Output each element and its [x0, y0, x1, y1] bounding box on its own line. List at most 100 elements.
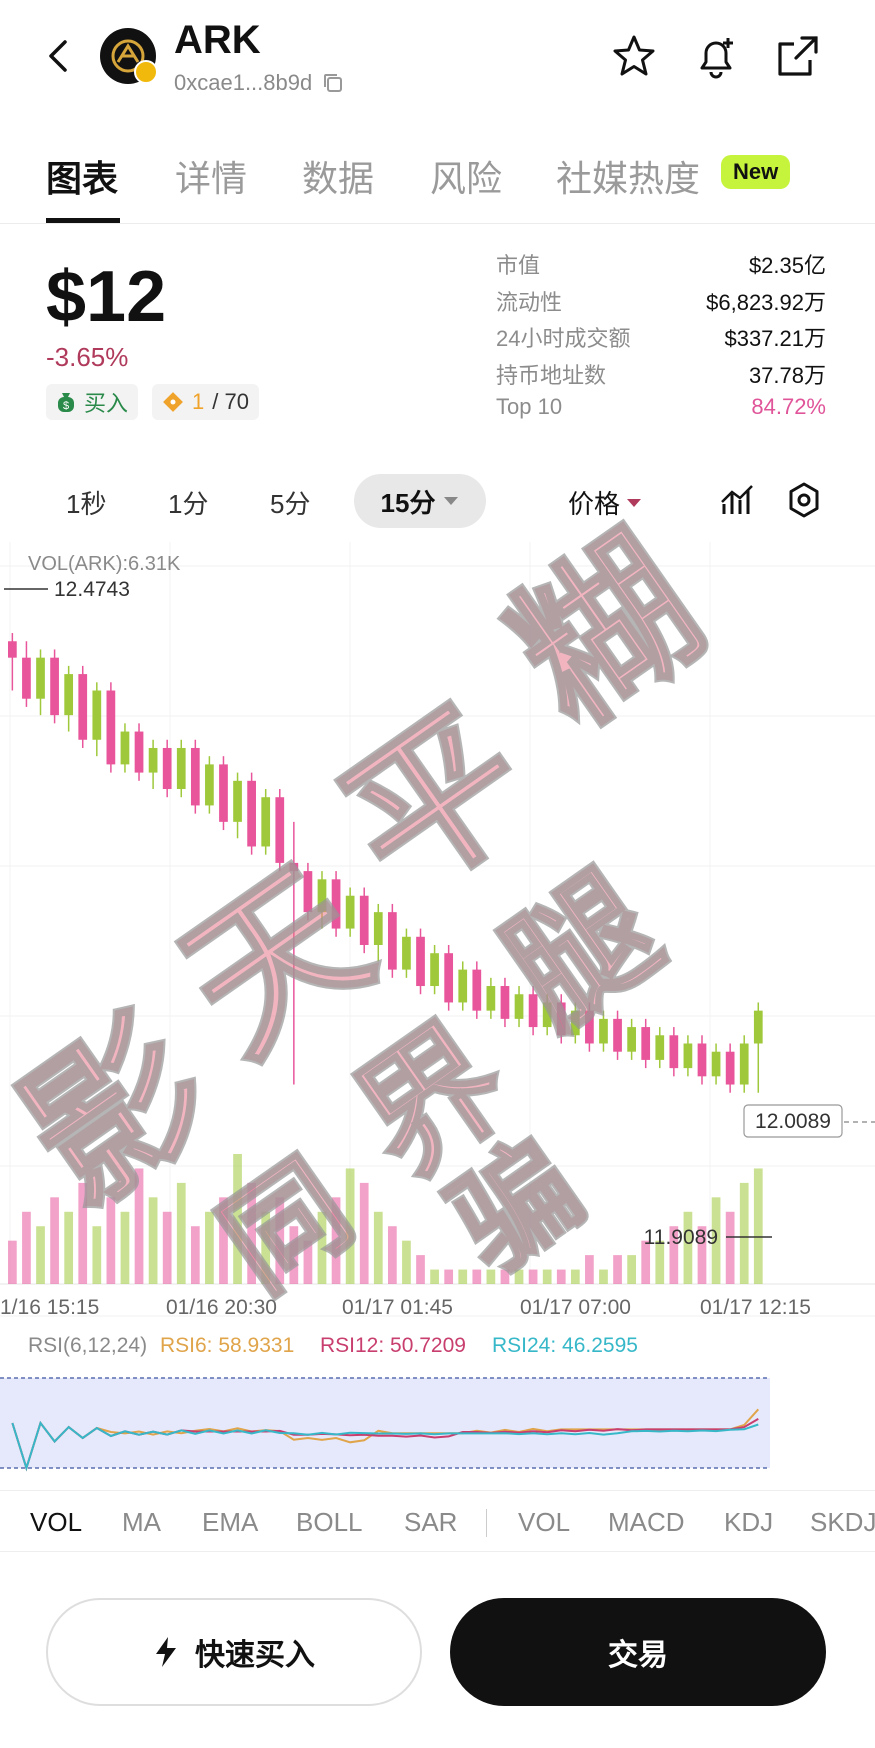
- candlestick-chart[interactable]: VOL(ARK):6.31K 12.4743 11.9089 12.0089 1/16 …: [0, 542, 875, 1322]
- candle-body: [120, 731, 130, 765]
- interval-selected-label: 15分: [380, 487, 436, 518]
- trade-label: 交易: [608, 1639, 668, 1672]
- volume-bar: [627, 1255, 636, 1284]
- candle-body: [275, 797, 285, 863]
- candle-body: [430, 953, 439, 987]
- stat-holders: 持币地址数 37.78万: [496, 362, 826, 388]
- candle-body: [134, 731, 144, 773]
- volume-bar: [725, 1211, 735, 1284]
- volume-bar: [472, 1269, 482, 1284]
- new-badge: New: [721, 155, 791, 189]
- copy-icon[interactable]: [322, 72, 344, 94]
- candle-body: [219, 764, 228, 822]
- indicator-sar[interactable]: SAR: [404, 1507, 457, 1538]
- price-mode-label: 价格: [568, 489, 621, 519]
- volume-bar: [739, 1182, 749, 1284]
- indicator-boll[interactable]: BOLL: [296, 1507, 363, 1538]
- candle-body: [247, 780, 256, 847]
- candle-body: [388, 912, 397, 970]
- volume-bar: [303, 1240, 313, 1284]
- stat-liquidity: 流动性 $6,823.92万: [496, 289, 826, 315]
- candle-body: [148, 747, 158, 773]
- rsi6-label: RSI6: 58.9331: [160, 1334, 294, 1357]
- interval-15m-selector[interactable]: 15分: [354, 474, 486, 528]
- buy-tag-label: 买入: [84, 391, 129, 416]
- price-change: -3.65%: [46, 342, 129, 372]
- rsi12-label: RSI12: 50.7209: [320, 1334, 466, 1357]
- stat-top10: Top 10 84.72%: [496, 394, 826, 419]
- main-tabs: 图表 详情 数据 风险 社媒热度 New: [0, 140, 875, 224]
- candle-body: [725, 1051, 735, 1085]
- volume-bar: [134, 1168, 144, 1284]
- candle-body: [22, 657, 31, 699]
- volume-bar: [514, 1269, 524, 1284]
- rank-current: 1: [192, 389, 205, 414]
- current-price: $12: [46, 257, 167, 337]
- tab-social[interactable]: 社媒热度: [556, 150, 700, 202]
- candle-body: [444, 953, 454, 1003]
- interval-5m[interactable]: 5分: [270, 484, 310, 521]
- buy-tag[interactable]: $ 买入: [46, 384, 139, 420]
- token-name: ARK: [174, 18, 261, 62]
- back-button[interactable]: [30, 28, 86, 84]
- indicator-macd[interactable]: MACD: [608, 1507, 685, 1538]
- indicator-vol-sub[interactable]: VOL: [518, 1507, 570, 1538]
- volume-bar: [345, 1168, 355, 1284]
- volume-bar: [176, 1182, 186, 1284]
- indicator-vol-main[interactable]: VOL: [30, 1507, 82, 1538]
- quick-buy-button[interactable]: 快速买入: [46, 1598, 422, 1706]
- indicator-kdj[interactable]: KDJ: [724, 1507, 773, 1538]
- candle-body: [190, 747, 200, 806]
- candle-body: [261, 797, 271, 847]
- candle-body: [36, 657, 45, 699]
- volume-bar: [373, 1211, 383, 1284]
- rsi-title: RSI(6,12,24): [28, 1334, 147, 1357]
- candle-body: [289, 862, 299, 872]
- settings-icon[interactable]: [784, 480, 824, 520]
- current-price-label: 12.0089: [755, 1110, 831, 1133]
- indicator-skdj[interactable]: SKDJ: [810, 1507, 875, 1538]
- candle-body: [162, 747, 172, 790]
- address-text: 0xcae1...8b9d: [174, 70, 313, 95]
- share-button[interactable]: [770, 28, 826, 84]
- candle-body: [655, 1035, 665, 1060]
- volume-bar: [331, 1197, 341, 1284]
- interval-1m[interactable]: 1分: [168, 484, 208, 521]
- candle-body: [627, 1027, 636, 1052]
- volume-bar: [8, 1240, 17, 1284]
- indicator-ma[interactable]: MA: [122, 1507, 161, 1538]
- volume-bar: [162, 1211, 172, 1284]
- volume-bar: [753, 1168, 763, 1284]
- price-mode-toggle[interactable]: 价格: [568, 484, 642, 521]
- x-tick-label: 01/17 01:45: [342, 1296, 453, 1319]
- rank-tag[interactable]: 1 / 70: [152, 384, 259, 420]
- volume-bar: [317, 1211, 327, 1284]
- trade-button[interactable]: 交易: [450, 1598, 826, 1706]
- tab-risk[interactable]: 风险: [430, 150, 502, 202]
- tab-chart[interactable]: 图表: [46, 150, 118, 202]
- interval-1s[interactable]: 1秒: [66, 484, 106, 521]
- stat-market-cap: 市值 $2.35亿: [496, 253, 826, 278]
- tab-details[interactable]: 详情: [175, 150, 247, 202]
- candle-body: [472, 969, 482, 1011]
- candle-body: [205, 764, 214, 806]
- candle-body: [599, 1018, 608, 1044]
- indicator-tool-icon[interactable]: [718, 480, 758, 520]
- volume-bar: [599, 1269, 608, 1284]
- quick-buy-label: 快速买入: [195, 1639, 315, 1672]
- indicator-ema[interactable]: EMA: [202, 1507, 258, 1538]
- volume-bar: [556, 1269, 566, 1284]
- token-address[interactable]: 0xcae1...8b9d: [174, 70, 344, 96]
- volume-bar: [613, 1255, 622, 1284]
- x-tick-label: 01/17 07:00: [520, 1296, 631, 1319]
- volume-bar: [542, 1269, 552, 1284]
- volume-bar: [402, 1240, 411, 1284]
- candle-body: [331, 879, 341, 929]
- volume-bar: [458, 1269, 468, 1284]
- price-alert-button[interactable]: [688, 28, 744, 84]
- favorite-button[interactable]: [606, 28, 662, 84]
- indicator-divider: [486, 1509, 487, 1537]
- indicator-selector: VOL MA EMA BOLL SAR VOL MACD KDJ SKDJ: [0, 1490, 875, 1552]
- tab-data[interactable]: 数据: [302, 150, 374, 202]
- volume-bar: [261, 1211, 271, 1284]
